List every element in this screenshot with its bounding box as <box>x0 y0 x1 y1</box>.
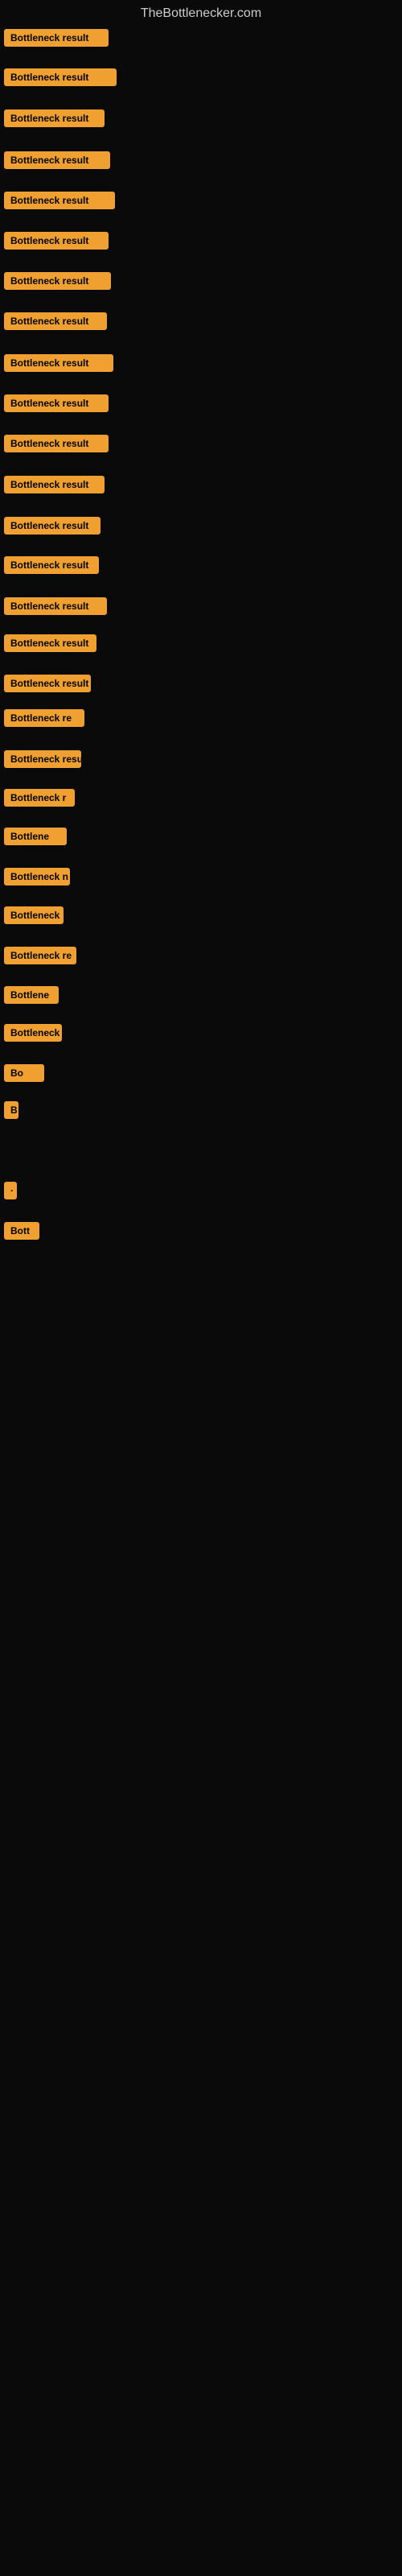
bottleneck-badge[interactable]: Bottleneck result <box>4 151 110 169</box>
bottleneck-row: Bottleneck <box>4 1024 62 1046</box>
bottleneck-row: Bott <box>4 1222 39 1244</box>
bottleneck-badge[interactable]: Bottleneck result <box>4 435 109 452</box>
bottleneck-row: Bottleneck result <box>4 476 105 497</box>
bottleneck-badge[interactable]: Bottleneck result <box>4 675 91 692</box>
bottleneck-badge[interactable]: Bottleneck <box>4 1024 62 1042</box>
bottleneck-badge[interactable]: Bottleneck <box>4 906 64 924</box>
bottleneck-row: Bottleneck result <box>4 68 117 90</box>
bottleneck-badge[interactable]: Bottleneck result <box>4 476 105 493</box>
bottleneck-row: Bottleneck result <box>4 354 113 376</box>
site-title: TheBottlenecker.com <box>0 0 402 31</box>
bottleneck-row: Bottleneck result <box>4 394 109 416</box>
bottleneck-badge[interactable]: B <box>4 1101 18 1119</box>
bottleneck-row: Bottleneck result <box>4 597 107 619</box>
bottleneck-badge[interactable]: Bottleneck result <box>4 517 100 535</box>
bottleneck-badge[interactable]: Bo <box>4 1064 44 1082</box>
bottleneck-row: Bottleneck result <box>4 675 91 696</box>
bottleneck-row: Bottleneck result <box>4 151 110 173</box>
bottleneck-row: Bottleneck result <box>4 435 109 456</box>
bottleneck-row: Bottleneck result <box>4 634 96 656</box>
bottleneck-row: Bottleneck result <box>4 517 100 539</box>
bottleneck-badge[interactable]: Bottleneck result <box>4 109 105 127</box>
bottleneck-row: Bottleneck result <box>4 556 99 578</box>
bottleneck-row: Bottleneck result <box>4 29 109 51</box>
bottleneck-badge[interactable]: Bottleneck r <box>4 789 75 807</box>
bottleneck-row: Bottleneck <box>4 906 64 928</box>
bottleneck-badge[interactable]: Bottleneck result <box>4 354 113 372</box>
bottleneck-row: Bottleneck result <box>4 750 81 772</box>
bottleneck-row: Bottleneck result <box>4 192 115 213</box>
bottleneck-badge[interactable]: Bott <box>4 1222 39 1240</box>
bottleneck-badge[interactable]: Bottleneck result <box>4 29 109 47</box>
bottleneck-badge[interactable]: Bottleneck result <box>4 556 99 574</box>
bottleneck-row: Bottleneck re <box>4 947 76 968</box>
bottleneck-badge[interactable]: Bottleneck result <box>4 272 111 290</box>
bottleneck-row: Bottleneck result <box>4 232 109 254</box>
bottleneck-row: Bottleneck result <box>4 312 107 334</box>
bottleneck-row: Bo <box>4 1064 44 1086</box>
bottleneck-row: Bottleneck re <box>4 709 84 731</box>
bottleneck-row: Bottleneck n <box>4 868 70 890</box>
bottleneck-badge[interactable]: Bottleneck result <box>4 597 107 615</box>
bottleneck-row: Bottleneck result <box>4 109 105 131</box>
bottleneck-row: B <box>4 1101 18 1123</box>
bottleneck-row: Bottlene <box>4 986 59 1008</box>
bottleneck-badge[interactable]: Bottleneck re <box>4 709 84 727</box>
bottleneck-row: Bottleneck result <box>4 272 111 294</box>
bottleneck-badge[interactable]: Bottlene <box>4 986 59 1004</box>
bottleneck-badge[interactable]: Bottleneck result <box>4 192 115 209</box>
bottleneck-badge[interactable]: Bottleneck result <box>4 232 109 250</box>
bottleneck-row: · <box>4 1182 17 1203</box>
bottleneck-badge[interactable]: · <box>4 1182 17 1199</box>
bottleneck-badge[interactable]: Bottleneck n <box>4 868 70 886</box>
bottleneck-row: Bottlene <box>4 828 67 849</box>
bottleneck-badge[interactable]: Bottlene <box>4 828 67 845</box>
bottleneck-badge[interactable]: Bottleneck result <box>4 68 117 86</box>
bottleneck-badge[interactable]: Bottleneck result <box>4 750 81 768</box>
bottleneck-badge[interactable]: Bottleneck result <box>4 312 107 330</box>
bottleneck-badge[interactable]: Bottleneck result <box>4 394 109 412</box>
bottleneck-row: Bottleneck r <box>4 789 75 811</box>
bottleneck-badge[interactable]: Bottleneck result <box>4 634 96 652</box>
bottleneck-badge[interactable]: Bottleneck re <box>4 947 76 964</box>
